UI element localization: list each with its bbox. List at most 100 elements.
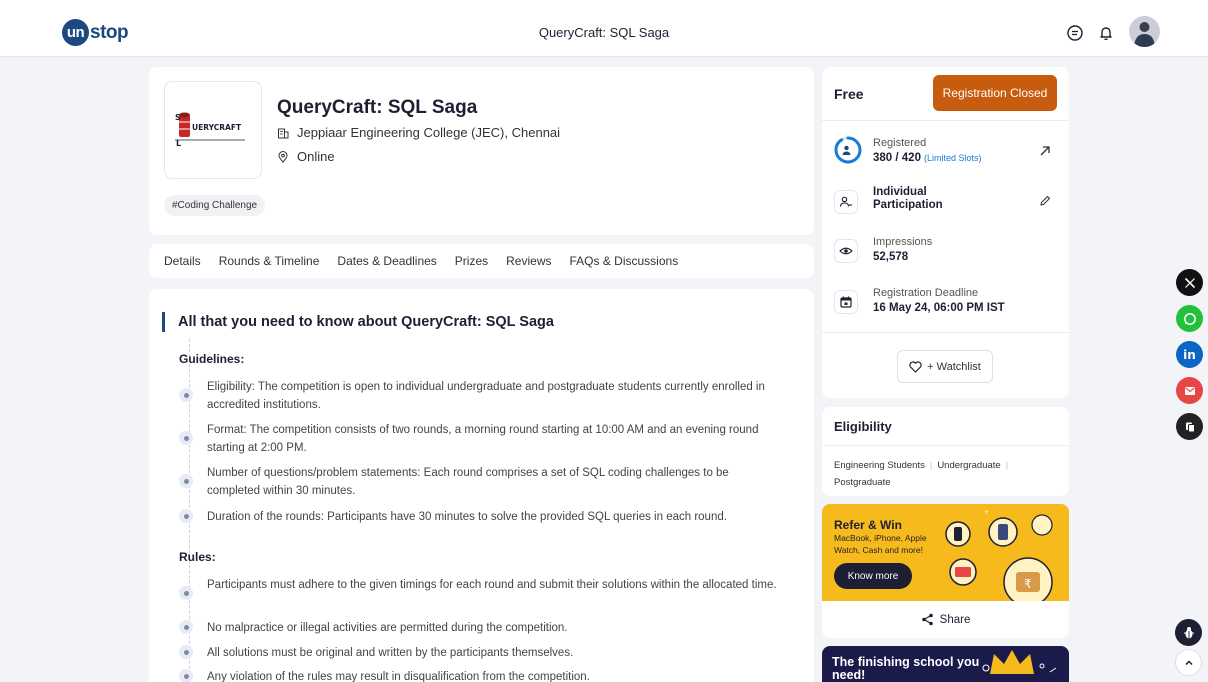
bullet-dot	[179, 474, 193, 488]
registration-closed-button[interactable]: Registration Closed	[933, 75, 1057, 111]
tab-reviews[interactable]: Reviews	[506, 254, 551, 268]
limited-slots-note: (Limited Slots)	[923, 153, 982, 163]
bug-icon	[1183, 626, 1194, 638]
whatsapp-share-button[interactable]	[1176, 305, 1203, 332]
location-pin-icon	[278, 150, 288, 163]
x-share-button[interactable]	[1176, 269, 1203, 296]
bullet-dot	[179, 645, 193, 659]
registered-progress-ring	[834, 136, 862, 164]
list-item: Eligibility: The competition is open to …	[179, 378, 777, 414]
heading-accent-bar	[162, 312, 165, 332]
whatsapp-icon	[1183, 312, 1196, 325]
know-more-button[interactable]: Know more	[834, 563, 912, 589]
svg-text:+: +	[984, 510, 989, 516]
details-section: All that you need to know about QueryCra…	[149, 289, 814, 682]
svg-text:₹: ₹	[1024, 577, 1032, 591]
watchlist-button[interactable]: + Watchlist	[897, 350, 993, 383]
svg-text:S: S	[175, 113, 181, 122]
list-item: Duration of the rounds: Participants hav…	[179, 508, 777, 526]
bullet-dot	[179, 509, 193, 523]
arrow-up-right-icon[interactable]	[1038, 144, 1052, 158]
list-item: Any violation of the rules may result in…	[179, 668, 777, 682]
linkedin-share-button[interactable]: in	[1176, 341, 1203, 368]
svg-text:+: +	[940, 579, 941, 586]
rules-heading: Rules:	[179, 550, 216, 564]
tab-details[interactable]: Details	[164, 254, 201, 268]
guideline-text: Duration of the rounds: Participants hav…	[207, 511, 727, 523]
competition-logo: S L UERYCRAFT	[164, 81, 262, 179]
share-label: Share	[939, 613, 971, 626]
registration-card: Free Registration Closed Registered 380 …	[822, 67, 1069, 398]
user-avatar[interactable]	[1129, 16, 1160, 47]
divider	[822, 445, 1069, 446]
list-item: All solutions must be original and writt…	[179, 644, 777, 662]
rule-text: All solutions must be original and writt…	[207, 647, 574, 659]
deadline-stat: Registration Deadline 16 May 24, 06:00 P…	[834, 286, 1005, 316]
section-heading-text: All that you need to know about QueryCra…	[178, 314, 554, 330]
finishing-school-banner[interactable]: The finishing school you need!	[822, 646, 1069, 682]
section-tabs: Details Rounds & Timeline Dates & Deadli…	[149, 244, 814, 278]
list-item: Participants must adhere to the given ti…	[179, 576, 777, 600]
list-item: Number of questions/problem statements: …	[179, 464, 777, 500]
prizes-illustration: ₹ + +	[940, 510, 1053, 601]
impressions-stat: Impressions 52,578	[834, 235, 932, 265]
svg-text:UERYCRAFT: UERYCRAFT	[192, 123, 242, 132]
guideline-text: Eligibility: The competition is open to …	[207, 381, 765, 411]
bell-icon[interactable]	[1097, 24, 1115, 42]
chat-icon[interactable]	[1066, 24, 1084, 42]
bullet-dot	[179, 669, 193, 682]
registered-count: 380 / 420	[873, 152, 921, 164]
organization[interactable]: Jeppiaar Engineering College (JEC), Chen…	[277, 125, 560, 140]
copy-link-button[interactable]	[1176, 413, 1203, 440]
promo-heading: Refer & Win	[834, 518, 902, 532]
refer-win-banner[interactable]: Refer & Win MacBook, iPhone, Apple Watch…	[822, 504, 1069, 601]
tab-dates-deadlines[interactable]: Dates & Deadlines	[337, 254, 436, 268]
rule-text: No malpractice or illegal activities are…	[207, 622, 568, 634]
report-bug-button[interactable]	[1175, 619, 1202, 646]
building-icon	[278, 128, 289, 138]
email-icon	[1184, 386, 1195, 395]
email-share-button[interactable]	[1176, 377, 1203, 404]
guideline-text: Number of questions/problem statements: …	[207, 467, 729, 497]
pencil-icon[interactable]	[1038, 194, 1052, 208]
competition-title: QueryCraft: SQL Saga	[277, 97, 478, 118]
impressions-count: 52,578	[873, 251, 909, 263]
users-icon	[834, 190, 858, 214]
bullet-dot	[179, 586, 193, 600]
tab-rounds-timeline[interactable]: Rounds & Timeline	[219, 254, 320, 268]
share-button[interactable]: Share	[822, 601, 1069, 638]
location-label: Online	[297, 149, 335, 164]
registered-stat: Registered 380 / 420 (Limited Slots)	[834, 136, 981, 166]
guidelines-heading: Guidelines:	[179, 352, 245, 366]
competition-header-card: S L UERYCRAFT QueryCraft: SQL Saga Jeppi…	[149, 67, 814, 235]
promo-subtext: MacBook, iPhone, Apple Watch, Cash and m…	[834, 533, 927, 555]
participation-label: Individual Participation	[873, 186, 943, 211]
price-label: Free	[834, 86, 864, 102]
page-title: QueryCraft: SQL Saga	[538, 25, 670, 40]
eligibility-item: Undergraduate	[937, 460, 1001, 471]
list-item: Format: The competition consists of two …	[179, 421, 777, 457]
rule-text: Any violation of the rules may result in…	[207, 671, 590, 682]
divider	[822, 332, 1069, 333]
tab-prizes[interactable]: Prizes	[455, 254, 488, 268]
impressions-label: Impressions	[873, 236, 933, 248]
eligibility-heading: Eligibility	[834, 419, 892, 434]
bullet-dot	[179, 388, 193, 402]
scroll-top-button[interactable]	[1175, 649, 1202, 676]
crown-illustration	[982, 650, 1057, 674]
eligibility-item: Postgraduate	[834, 477, 891, 488]
section-heading: All that you need to know about QueryCra…	[162, 312, 554, 332]
linkedin-icon: in	[1183, 347, 1196, 362]
watchlist-label: + Watchlist	[927, 360, 981, 373]
eligibility-card: Eligibility Engineering Students | Undergr…	[822, 407, 1069, 496]
eye-icon	[834, 239, 858, 263]
heart-icon	[909, 360, 922, 373]
category-tag[interactable]: #Coding Challenge	[164, 195, 266, 216]
top-navbar: un stop QueryCraft: SQL Saga	[0, 0, 1208, 57]
organization-name: Jeppiaar Engineering College (JEC), Chen…	[297, 125, 561, 140]
bullet-dot	[179, 620, 193, 634]
share-icon	[921, 613, 933, 626]
calendar-icon	[834, 290, 858, 314]
divider	[822, 120, 1069, 121]
tab-faqs-discussions[interactable]: FAQs & Discussions	[570, 254, 679, 268]
